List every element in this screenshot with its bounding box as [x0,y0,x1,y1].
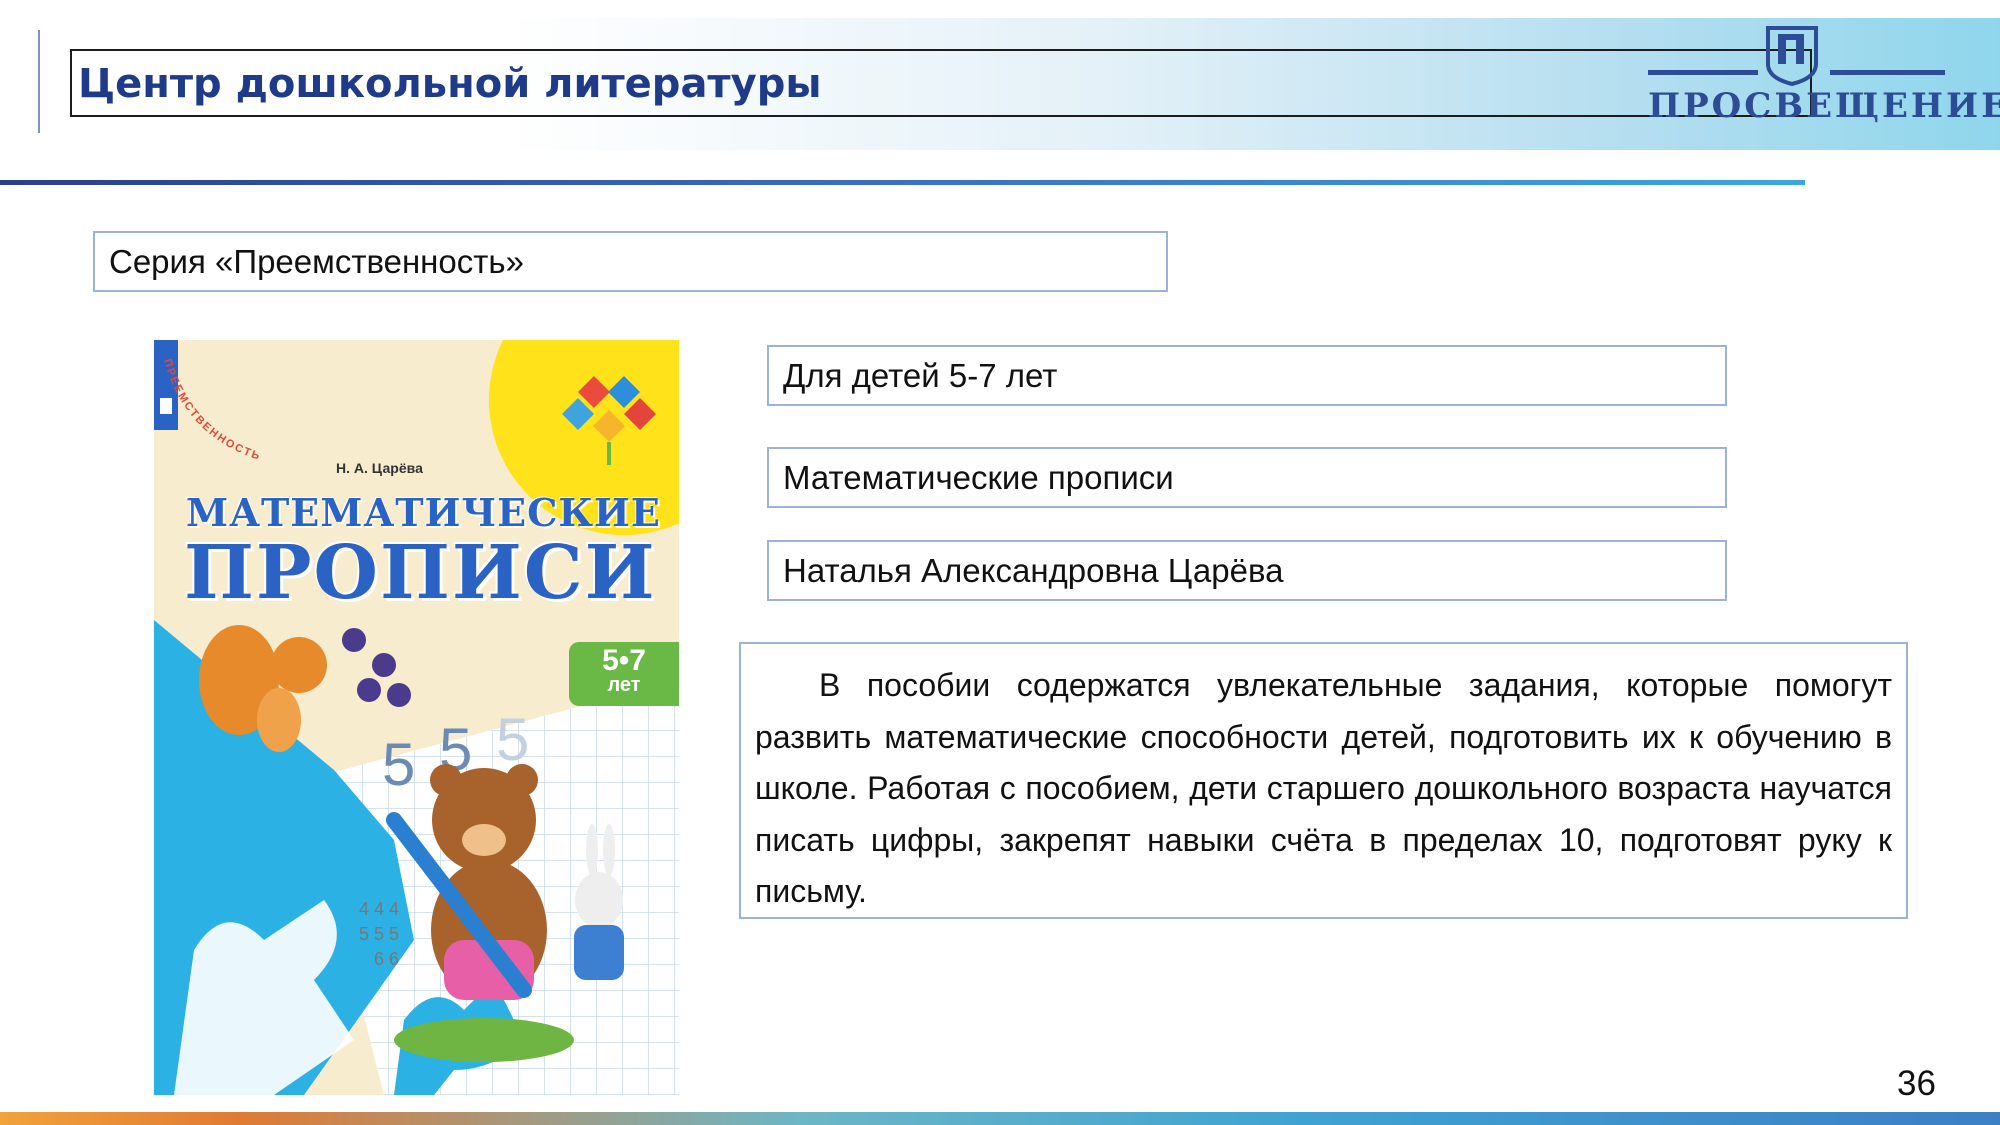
footer-band [0,1112,2000,1125]
book-title-box: Математические прописи [767,447,1727,508]
publisher-logo: ПРОСВЕЩЕНИЕ [1640,22,2000,132]
svg-text:6 6: 6 6 [374,949,399,969]
cover-title-line1: МАТЕМАТИЧЕСКИЕ [186,490,661,535]
logo-text: ПРОСВЕЩЕНИЕ [1648,86,2000,126]
svg-text:5: 5 [382,731,415,798]
cover-title-line2: ПРОПИСИ [184,530,657,616]
book-description-box: В пособии содержатся увлекательные задан… [739,642,1908,919]
book-title-text: Математические прописи [783,458,1174,496]
age-range-text: Для детей 5-7 лет [783,356,1058,394]
book-author-box: Наталья Александровна Царёва [767,540,1727,601]
cover-age-badge: 5•7 лет [569,642,679,706]
logo-bar-left [1648,70,1758,75]
cover-series-arc: ПРЕЕМСТВЕННОСТЬ [161,358,263,463]
cover-author: Н. А. Царёва [336,460,423,476]
slide-page-number: 36 [1897,1064,1936,1103]
series-label: Серия «Преемственность» [109,242,524,280]
book-cover-image: 5 5 5 4 4 4 5 5 5 6 6 Н. А. Царёва МАТЕМ… [154,340,679,1095]
age-range-box: Для детей 5-7 лет [767,345,1727,406]
page-title: Центр дошкольной литературы [78,61,822,107]
cover-series-text: ПРЕЕМСТВЕННОСТЬ [161,358,261,463]
book-author-text: Наталья Александровна Царёва [783,551,1284,589]
series-label-box: Серия «Преемственность» [93,231,1168,292]
svg-text:4 4 4: 4 4 4 [359,899,399,919]
svg-text:5 5 5: 5 5 5 [359,924,399,944]
svg-text:5: 5 [496,706,529,773]
cover-age-number: 5•7 [602,644,646,677]
cover-age-unit: лет [607,674,641,696]
header-title-box: Центр дошкольной литературы [70,49,1812,117]
book-description-text: В пособии содержатся увлекательные задан… [755,667,1892,909]
prosveshchenie-emblem-icon [1766,26,1818,86]
logo-bar-right [1830,70,1945,75]
header-divider [38,30,40,133]
svg-text:ПРЕЕМСТВЕННОСТЬ: ПРЕЕМСТВЕННОСТЬ [161,358,263,463]
header-underline [0,180,1805,185]
